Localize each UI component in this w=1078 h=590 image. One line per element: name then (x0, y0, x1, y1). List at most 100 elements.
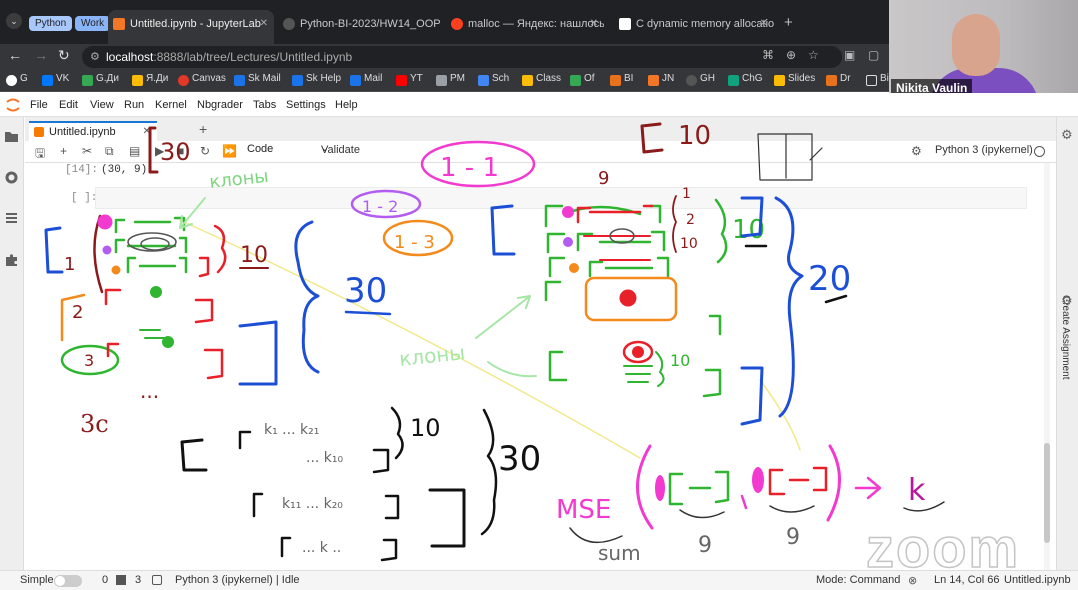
restart-run-all-icon[interactable]: ⏩ (222, 144, 237, 158)
paste-icon[interactable]: ▤ (129, 144, 140, 158)
left-sidebar (0, 117, 24, 570)
insert-cell-plus-icon[interactable]: + (60, 144, 67, 158)
run-cell-icon[interactable]: ▶ (155, 144, 164, 158)
debugger-gear-icon[interactable]: ⚙ (1061, 293, 1073, 309)
bookmark-item[interactable]: Dr (826, 73, 851, 86)
help-icon (292, 75, 303, 86)
browser-tab-yandex[interactable]: malloc — Яндекс: нашлось 3 т ✕ (446, 12, 604, 36)
cell-output: (30, 9) (101, 164, 148, 176)
save-icon[interactable]: 🖫 (35, 144, 45, 165)
bookmark-item[interactable]: Mail (350, 73, 382, 86)
canvas-icon (178, 75, 189, 86)
browser-tab-wikipedia[interactable]: C dynamic memory allocation - ✕ (614, 12, 774, 36)
menu-settings[interactable]: Settings (286, 99, 326, 111)
bookmark-item[interactable]: BI (610, 73, 633, 86)
table-of-contents-icon[interactable] (4, 211, 19, 226)
bookmark-item[interactable]: Class (522, 73, 561, 86)
debugger-bug-icon[interactable]: ⚙ (911, 144, 922, 158)
back-arrow-icon[interactable]: ← (8, 47, 22, 63)
bookmark-item[interactable]: Sk Help (292, 73, 341, 86)
kernel-state[interactable]: Python 3 (ipykernel) | Idle (175, 574, 300, 586)
bookmark-item[interactable]: G (6, 73, 28, 86)
kernel-count[interactable]: 3 (135, 574, 141, 586)
reload-icon[interactable]: ↻ (58, 47, 70, 64)
code-cell-editor[interactable] (95, 187, 1027, 209)
cut-icon[interactable]: ✂ (82, 144, 92, 158)
simple-mode-label: Simple (20, 574, 54, 586)
google-icon (6, 75, 17, 86)
scrollbar[interactable] (1044, 163, 1050, 570)
tab-group-work[interactable]: Work (75, 16, 111, 31)
document-tab-bar: Untitled.ipynb ✕ + (25, 117, 1056, 141)
extension-icon[interactable]: ▢ (868, 48, 879, 62)
scrollbar-thumb[interactable] (1044, 443, 1050, 543)
menu-view[interactable]: View (90, 99, 114, 111)
menu-kernel[interactable]: Kernel (155, 99, 187, 111)
school-icon (478, 75, 489, 86)
menu-tabs[interactable]: Tabs (253, 99, 276, 111)
github-icon (686, 75, 697, 86)
bookmark-star-icon[interactable]: ☆ (808, 48, 819, 62)
folder-icon (866, 75, 877, 86)
forward-arrow-icon[interactable]: → (34, 47, 48, 63)
translate-icon[interactable]: ⌘ (762, 48, 774, 62)
bookmark-item[interactable]: VK (42, 73, 69, 86)
new-launcher-plus-icon[interactable]: + (199, 121, 207, 137)
browser-tab-jupyterlab[interactable]: Untitled.ipynb - JupyterLab ✕ (108, 10, 274, 44)
close-tab-icon[interactable]: ✕ (260, 10, 268, 38)
bookmark-item[interactable]: Sch (478, 73, 509, 86)
folder-icon[interactable] (4, 129, 19, 144)
url-field[interactable]: ⚙ localhost:8888/lab/tree/Lectures/Untit… (82, 46, 842, 68)
bookmark-item[interactable]: GH (686, 73, 715, 86)
kernel-name-button[interactable]: Python 3 (ipykernel) (935, 144, 1033, 156)
kernel-status-icon (1034, 146, 1045, 157)
input-prompt: [ ]: (71, 192, 98, 204)
notebook-icon (34, 127, 44, 137)
simple-mode-toggle[interactable] (54, 575, 82, 587)
property-inspector-gear-icon[interactable]: ⚙ (1061, 127, 1073, 143)
yandex-icon (451, 18, 463, 30)
browser-tab-github[interactable]: Python-BI-2023/HW14_OOP: Tr (278, 12, 440, 36)
restart-kernel-icon[interactable]: ↻ (200, 144, 210, 158)
terminal-count[interactable]: 0 (102, 574, 108, 586)
close-tab-icon[interactable]: ✕ (590, 12, 598, 36)
github-icon (283, 18, 295, 30)
bookmark-item[interactable]: G.Ди (82, 73, 119, 86)
new-tab-plus-icon[interactable]: + (784, 14, 793, 31)
menu-edit[interactable]: Edit (59, 99, 78, 111)
jupyter-icon (113, 18, 125, 30)
bookmark-item[interactable]: Slides (774, 73, 815, 86)
bi-icon (610, 75, 621, 86)
menu-run[interactable]: Run (124, 99, 144, 111)
zoom-icon[interactable]: ⊕ (786, 48, 796, 62)
tab-search-chevron-icon[interactable]: ⌄ (6, 13, 22, 29)
terminal-icon (116, 575, 126, 585)
close-tab-icon[interactable]: ✕ (760, 12, 768, 36)
bookmark-item[interactable]: Sk Mail (234, 73, 281, 86)
bookmark-item[interactable]: ChG (728, 73, 763, 86)
tab-group-python[interactable]: Python (29, 16, 73, 31)
menu-help[interactable]: Help (335, 99, 358, 111)
bookmark-item[interactable]: Canvas (178, 73, 226, 86)
menu-file[interactable]: File (30, 99, 48, 111)
bookmark-item[interactable]: Of (570, 73, 595, 86)
output-prompt: [14]: (65, 164, 99, 176)
site-info-icon[interactable]: ⚙ (90, 46, 100, 68)
notebook-tab[interactable]: Untitled.ipynb ✕ (29, 121, 157, 141)
cell-type-select[interactable]: Code ⌄ (247, 143, 329, 155)
bookmark-item[interactable]: PM (436, 73, 465, 86)
bookmark-item[interactable]: YT (396, 73, 423, 86)
menu-nbgrader[interactable]: Nbgrader (197, 99, 243, 111)
office-icon (570, 75, 581, 86)
extensions-puzzle-icon[interactable] (4, 252, 19, 267)
running-kernels-icon[interactable] (4, 170, 19, 185)
jupyter-logo-icon (6, 98, 20, 112)
bookmark-item[interactable]: Я.Ди (132, 73, 168, 86)
mail-icon (234, 75, 245, 86)
extension-icon[interactable]: ▣ (844, 48, 855, 62)
close-tab-icon[interactable]: ✕ (143, 123, 151, 141)
stop-kernel-icon[interactable]: ■ (177, 144, 184, 158)
validate-button[interactable]: Validate (321, 144, 360, 156)
copy-icon[interactable]: ⧉ (105, 144, 114, 159)
bookmark-item[interactable]: JN (648, 73, 674, 86)
